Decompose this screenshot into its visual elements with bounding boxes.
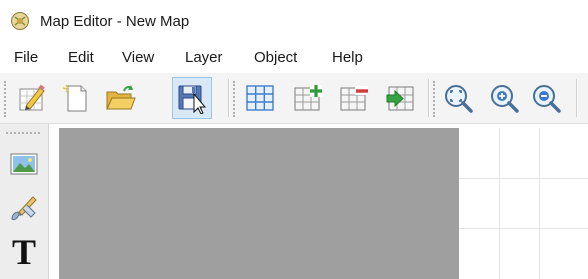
grid-line [539,128,540,279]
map-properties-button[interactable] [12,77,52,119]
title-bar: Map Editor - New Map [0,0,588,42]
left-panel-grip[interactable] [6,132,40,134]
toolbar-grip[interactable] [233,81,237,117]
save-map-button[interactable] [172,77,212,119]
menu-help[interactable]: Help [330,48,365,67]
map-canvas-area[interactable] [49,124,588,279]
new-file-icon [62,84,87,112]
show-grid-button[interactable] [240,77,280,119]
zoom-fit-button[interactable] [438,77,478,119]
main-toolbar [0,73,588,124]
edit-map-properties-icon [19,84,45,111]
toolbar-grip[interactable] [4,81,8,117]
paint-brush-icon [11,196,37,221]
open-folder-icon [106,85,136,110]
zoom-out-button[interactable] [526,77,566,119]
left-tool-panel: T [0,124,49,279]
insert-row-column-button[interactable] [380,77,420,119]
add-row-column-icon [294,85,322,111]
map-editor-app-icon [11,12,29,30]
grid-line [459,228,588,229]
zoom-out-icon [533,85,561,113]
open-map-button[interactable] [100,77,140,119]
toolbar-separator [576,79,578,117]
zoom-fit-icon [445,85,473,113]
menu-bar: File Edit View Layer Object Help [0,44,588,72]
image-layer-tool[interactable] [6,146,42,182]
menu-layer[interactable]: Layer [183,48,225,67]
toolbar-separator [228,79,230,117]
grid-line [499,128,500,279]
map-canvas[interactable] [59,128,459,279]
window-title: Map Editor - New Map [40,13,190,30]
new-map-button[interactable] [56,77,96,119]
remove-row-column-icon [340,86,368,111]
grid-line [459,178,588,179]
zoom-in-button[interactable] [484,77,524,119]
menu-edit[interactable]: Edit [66,48,96,67]
menu-file[interactable]: File [12,48,40,67]
menu-view[interactable]: View [120,48,156,67]
paint-tool[interactable] [6,190,42,226]
remove-row-column-button[interactable] [334,77,374,119]
zoom-in-icon [491,85,519,113]
text-tool-icon: T [11,232,36,272]
toolbar-grip[interactable] [433,81,437,117]
text-tool[interactable]: T [6,234,42,270]
toolbar-separator [428,79,430,117]
grid-icon [246,85,274,111]
image-picture-icon [10,153,38,175]
save-disk-icon [178,85,207,114]
menu-object[interactable]: Object [252,48,299,67]
add-row-column-button[interactable] [288,77,328,119]
insert-arrow-grid-icon [386,86,414,111]
